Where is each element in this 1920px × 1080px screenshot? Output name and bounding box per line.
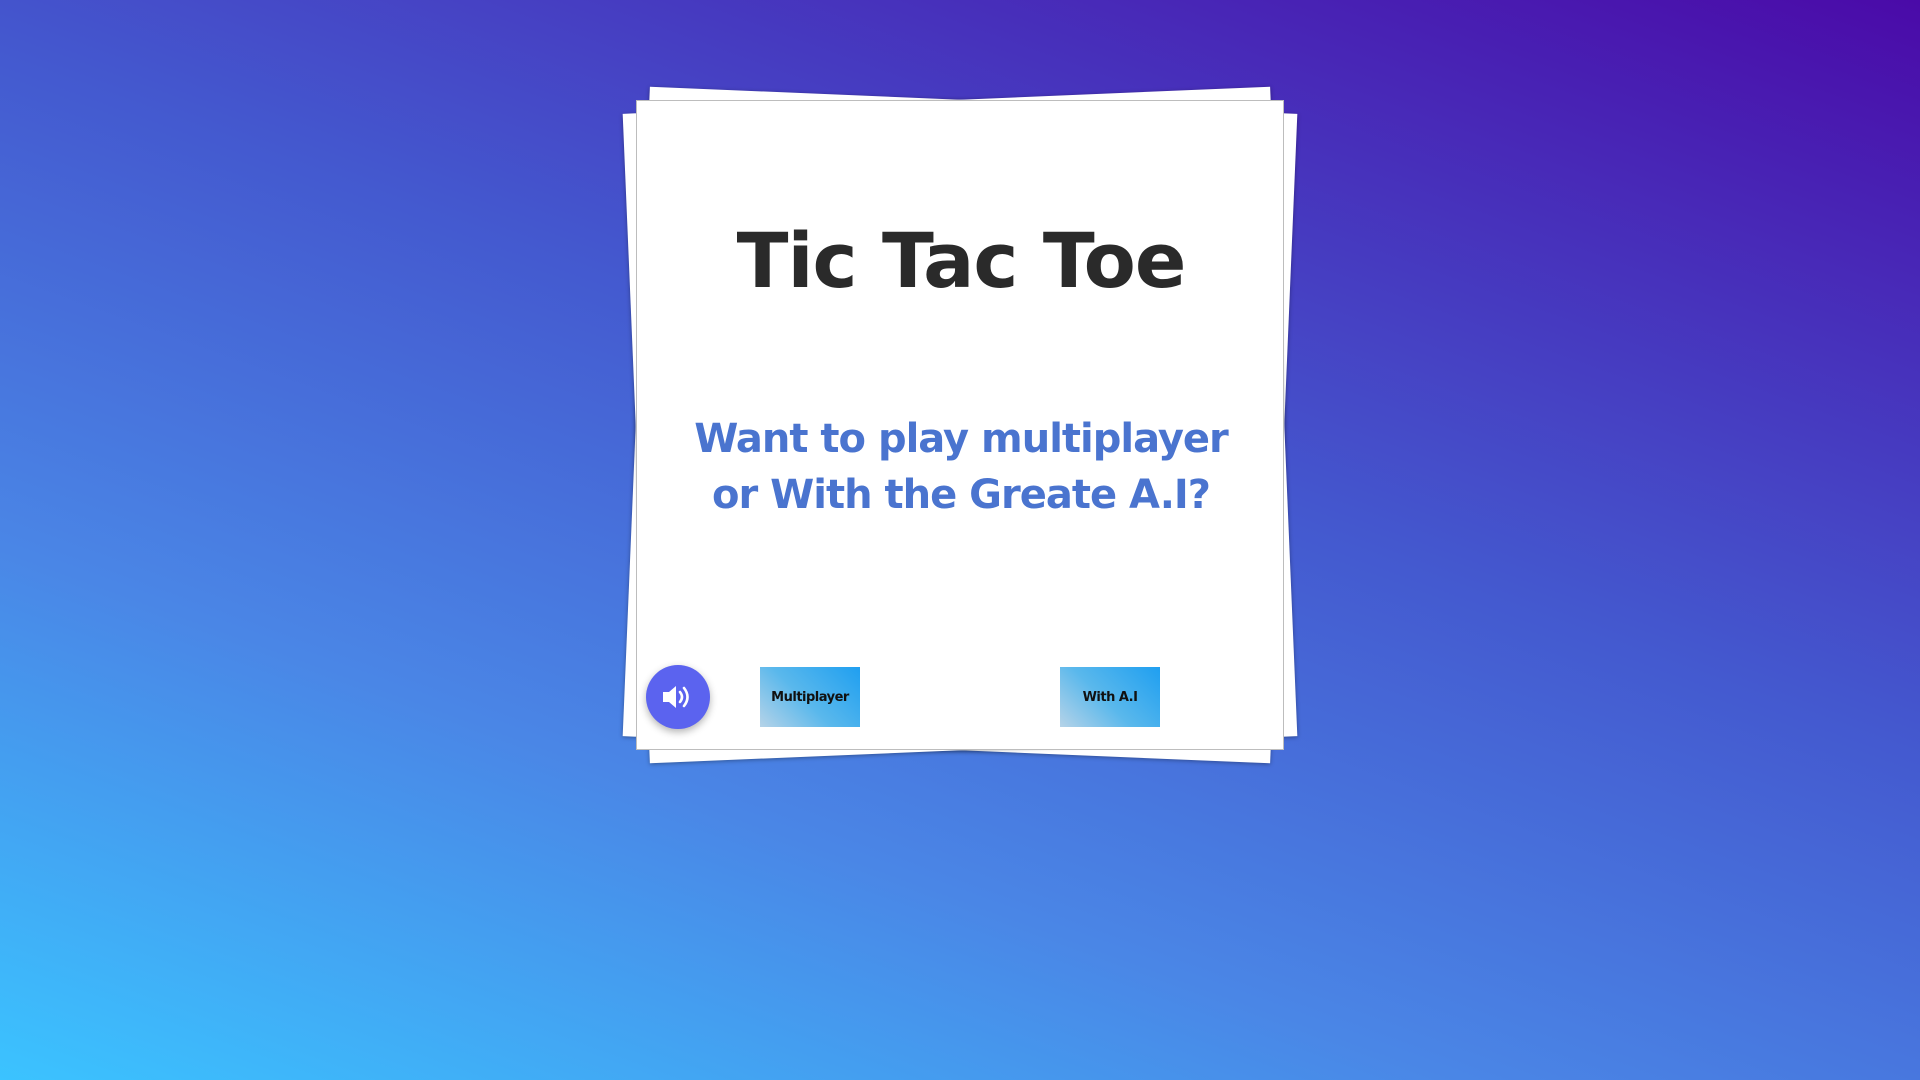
speaker-volume-icon — [663, 686, 689, 708]
mode-prompt: Want to play multiplayer or With the Gre… — [694, 416, 1229, 518]
sound-toggle-button[interactable] — [646, 665, 710, 729]
multiplayer-button[interactable]: Multiplayer — [760, 667, 860, 727]
game-title: Tic Tac Toe — [736, 216, 1187, 305]
with-ai-button[interactable]: With A.I — [1060, 667, 1160, 727]
game-card: Tic Tac Toe Want to play multiplayer or … — [622, 86, 1298, 764]
card-front: Tic Tac Toe Want to play multiplayer or … — [636, 100, 1284, 750]
